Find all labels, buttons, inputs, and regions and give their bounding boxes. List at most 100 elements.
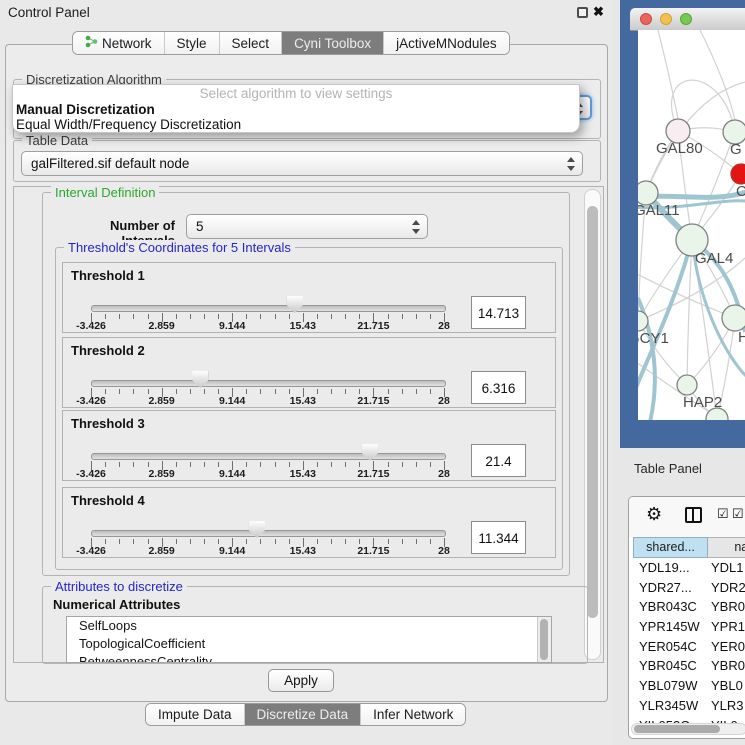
threshold-label: Threshold 2: [71, 343, 145, 358]
zoom-traffic-light-icon[interactable]: [680, 13, 692, 25]
table-cell[interactable]: YER054C: [633, 637, 708, 657]
slider-track[interactable]: [91, 530, 446, 537]
table-horizontal-scrollbar[interactable]: [631, 723, 745, 735]
network-canvas[interactable]: GAL80GCGAL11GAL4GCY1HHAP2: [638, 30, 745, 420]
network-edge[interactable]: [700, 30, 735, 120]
table-cell[interactable]: YBR045C: [633, 656, 708, 676]
network-node[interactable]: [677, 375, 697, 395]
float-window-icon[interactable]: [577, 7, 588, 18]
table-cell[interactable]: YDR27...: [633, 578, 708, 598]
table-cell[interactable]: YBL0: [708, 676, 745, 696]
scrollbar-thumb[interactable]: [634, 725, 720, 733]
scrollbar-thumb[interactable]: [540, 619, 548, 660]
slider-tick: [105, 462, 106, 467]
table-cell[interactable]: YBR043C: [633, 597, 708, 617]
column-header[interactable]: shared...: [633, 537, 708, 558]
slider-tick: [317, 539, 318, 544]
threshold-panel: Threshold 3-3.4262.8599.14415.4321.71528…: [62, 410, 556, 481]
table-cell[interactable]: YDR2: [708, 578, 745, 598]
tab-select[interactable]: Select: [219, 32, 282, 54]
minimize-traffic-light-icon[interactable]: [660, 13, 672, 25]
threshold-label: Threshold 1: [71, 268, 145, 283]
gear-icon[interactable]: ⚙: [646, 504, 662, 525]
network-node[interactable]: [722, 305, 745, 331]
network-node-label: H: [738, 329, 745, 346]
tab-infer-network[interactable]: Infer Network: [360, 704, 465, 725]
slider-tick: [133, 539, 134, 544]
table-row[interactable]: YLR345WYLR3: [633, 696, 745, 716]
table-row[interactable]: YBL079WYBL0: [633, 676, 745, 696]
slider-track[interactable]: [91, 305, 446, 312]
checkbox-icon[interactable]: ☑: [717, 506, 729, 522]
slider-tick: [402, 314, 403, 319]
slider-track[interactable]: [91, 453, 446, 460]
close-traffic-light-icon[interactable]: [640, 13, 652, 25]
scale-label: 28: [438, 545, 450, 557]
table-cell[interactable]: YBL079W: [633, 676, 708, 696]
table-row[interactable]: YPR145WYPR1: [633, 617, 745, 637]
network-node[interactable]: [731, 164, 745, 184]
group-title: Threshold's Coordinates for 5 Intervals: [64, 240, 295, 255]
tab-jactivemnodules[interactable]: jActiveMNodules: [383, 32, 509, 54]
attribute-item[interactable]: SelfLoops: [67, 617, 551, 635]
table-row[interactable]: YIL052CYIL0: [633, 716, 745, 724]
slider-tick: [402, 389, 403, 394]
network-graph: GAL80GCGAL11GAL4GCY1HHAP2: [638, 30, 745, 420]
slider-tick: [133, 389, 134, 394]
tab-impute-data[interactable]: Impute Data: [146, 704, 244, 725]
close-icon[interactable]: ✖: [593, 4, 604, 20]
attributes-list[interactable]: SelfLoopsTopologicalCoefficientBetweenne…: [66, 616, 552, 663]
number-of-intervals-select[interactable]: 5: [186, 214, 428, 239]
slider-tick: [345, 462, 346, 467]
slider-tick: [246, 314, 247, 319]
attributes-list-scrollbar[interactable]: [537, 617, 551, 662]
table-cell[interactable]: YER0: [708, 637, 745, 657]
network-edge[interactable]: [638, 272, 735, 318]
tab-cyni-toolbox[interactable]: Cyni Toolbox: [281, 32, 383, 54]
attribute-item[interactable]: BetweennessCentrality: [67, 653, 551, 663]
table-row[interactable]: YDL19...YDL1: [633, 558, 745, 578]
table-row[interactable]: YDR27...YDR2: [633, 578, 745, 598]
slider-tick: [246, 539, 247, 544]
network-edge[interactable]: [687, 240, 692, 385]
column-header[interactable]: name: [708, 537, 745, 558]
table-cell[interactable]: YDL19...: [633, 558, 708, 578]
screen: Control Panel ✖ NetworkStyleSelectCyni T…: [0, 0, 745, 745]
slider-tick: [289, 539, 290, 544]
table-row[interactable]: YER054CYER0: [633, 637, 745, 657]
slider-tick: [331, 462, 332, 467]
scale-label: 15.43: [290, 395, 316, 407]
algorithm-option[interactable]: Equal Width/Frequency Discretization: [13, 117, 579, 132]
threshold-value-field[interactable]: 14.713: [471, 296, 526, 329]
table-cell[interactable]: YPR145W: [633, 617, 708, 637]
columns-icon[interactable]: [685, 507, 702, 523]
attribute-item[interactable]: TopologicalCoefficient: [67, 635, 551, 653]
table-cell[interactable]: YIL0: [708, 716, 745, 724]
table-data-select[interactable]: galFiltered.sif default node: [21, 151, 583, 176]
table-cell[interactable]: YPR1: [708, 617, 745, 637]
apply-button[interactable]: Apply: [268, 669, 334, 692]
tab-network[interactable]: Network: [73, 32, 164, 54]
table-cell[interactable]: YDL1: [708, 558, 745, 578]
table-cell[interactable]: YLR345W: [633, 696, 708, 716]
table-row[interactable]: YBR045CYBR0: [633, 656, 745, 676]
slider-track[interactable]: [91, 380, 446, 387]
table-cell[interactable]: YIL052C: [633, 716, 708, 724]
tab-discretize-data[interactable]: Discretize Data: [244, 704, 361, 725]
threshold-value-field[interactable]: 21.4: [471, 444, 526, 477]
table-cell[interactable]: YLR3: [708, 696, 745, 716]
slider-tick: [148, 539, 149, 544]
threshold-value-field[interactable]: 11.344: [471, 521, 526, 554]
tab-style[interactable]: Style: [164, 32, 219, 54]
table-cell[interactable]: YBR0: [708, 597, 745, 617]
table-cell[interactable]: YBR0: [708, 656, 745, 676]
table-row[interactable]: YBR043CYBR0: [633, 597, 745, 617]
scrollbar-thumb[interactable]: [587, 206, 598, 618]
scale-label: -3.426: [76, 320, 106, 332]
threshold-value-field[interactable]: 6.316: [471, 371, 526, 404]
algorithm-option[interactable]: Manual Discretization: [13, 102, 579, 117]
checkbox-icon[interactable]: ☑: [732, 506, 744, 522]
slider-tick: [359, 462, 360, 467]
network-edge[interactable]: [658, 30, 678, 119]
slider-tick: [430, 462, 431, 467]
